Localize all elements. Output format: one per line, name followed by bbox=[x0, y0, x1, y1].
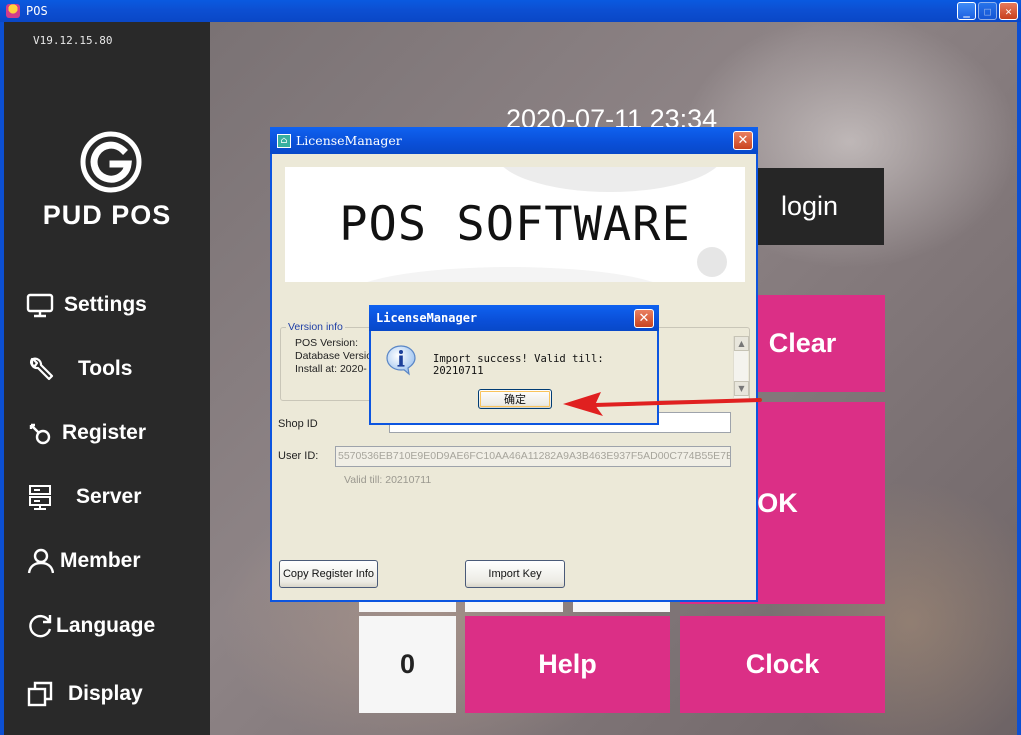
sidebar-item-label: Server bbox=[76, 485, 142, 508]
brand-name: PUD POS bbox=[42, 200, 172, 230]
window-controls: _ □ ✕ bbox=[957, 2, 1018, 20]
message-text: Import success! Valid till: 20210711 bbox=[433, 353, 604, 377]
wrench-icon bbox=[30, 357, 54, 381]
close-icon[interactable]: ✕ bbox=[733, 131, 753, 150]
window-title: POS bbox=[26, 4, 48, 18]
license-manager-titlebar: ⌂ LicenseManager bbox=[270, 127, 758, 154]
dialog-title: LicenseManager bbox=[376, 311, 478, 325]
windows-icon bbox=[27, 681, 53, 707]
scroll-up-icon[interactable]: ▲ bbox=[734, 336, 749, 351]
server-icon bbox=[29, 485, 51, 510]
sidebar-item-label: Language bbox=[56, 614, 156, 637]
pos-version-label: POS Version: bbox=[295, 337, 359, 349]
group-legend: Version info bbox=[286, 321, 345, 333]
keypad-key-0[interactable]: 0 bbox=[359, 616, 456, 713]
sidebar-item-label: Display bbox=[68, 682, 143, 705]
user-id-field[interactable]: 5570536EB710E9E0D9AE6FC10AA46A11282A9A3B… bbox=[335, 446, 731, 467]
version-label: V19.12.15.80 bbox=[33, 34, 113, 47]
window-titlebar: POS _ □ ✕ bbox=[0, 0, 1021, 22]
sidebar-item-label: Register bbox=[62, 421, 147, 444]
user-id-label: User ID: bbox=[278, 450, 319, 462]
banner-image: POS SOFTWARE bbox=[285, 167, 745, 282]
valid-till-label: Valid till: 20210711 bbox=[344, 474, 432, 486]
app-icon bbox=[6, 4, 20, 18]
sidebar-item-label: Member bbox=[60, 549, 141, 572]
import-key-button[interactable]: Import Key bbox=[465, 560, 565, 588]
sidebar-item-tools[interactable]: Tools bbox=[26, 349, 132, 389]
ok-button[interactable]: 确定 bbox=[478, 389, 552, 409]
minimize-icon[interactable]: _ bbox=[957, 2, 976, 20]
close-icon[interactable]: ✕ bbox=[634, 309, 654, 328]
sidebar-item-language[interactable]: Language bbox=[26, 606, 155, 646]
banner-text: POS SOFTWARE bbox=[339, 197, 691, 252]
sidebar-item-member[interactable]: Member bbox=[26, 541, 141, 581]
arrow-annotation-icon bbox=[563, 392, 762, 416]
install-at-label: Install at: 2020- bbox=[295, 363, 367, 375]
monitor-icon bbox=[26, 293, 54, 318]
close-icon[interactable]: ✕ bbox=[999, 2, 1018, 20]
info-icon bbox=[386, 345, 416, 376]
user-icon bbox=[27, 548, 54, 574]
dialog-title: LicenseManager bbox=[296, 133, 402, 148]
sidebar-item-register[interactable]: Register bbox=[26, 413, 146, 453]
sidebar-item-label: Settings bbox=[64, 293, 147, 316]
key-icon bbox=[29, 423, 51, 445]
database-version-label: Database Versio bbox=[295, 350, 373, 362]
clock-button[interactable]: Clock bbox=[680, 616, 885, 713]
refresh-icon bbox=[29, 614, 52, 638]
sidebar-item-server[interactable]: Server bbox=[26, 477, 141, 517]
help-button[interactable]: Help bbox=[465, 616, 670, 713]
app-icon: ⌂ bbox=[277, 133, 291, 148]
sidebar: V19.12.15.80 PUD POS Settings Tools Regi… bbox=[4, 22, 210, 735]
copy-register-info-button[interactable]: Copy Register Info bbox=[279, 560, 378, 588]
message-box-titlebar: LicenseManager bbox=[369, 305, 659, 331]
window-frame-right bbox=[1017, 22, 1021, 735]
sidebar-item-label: Tools bbox=[78, 357, 133, 380]
sidebar-item-settings[interactable]: Settings bbox=[26, 285, 147, 325]
sidebar-item-display[interactable]: Display bbox=[26, 674, 143, 714]
logo-icon bbox=[80, 131, 142, 193]
shop-id-label: Shop ID bbox=[278, 418, 318, 430]
maximize-icon[interactable]: □ bbox=[978, 2, 997, 20]
